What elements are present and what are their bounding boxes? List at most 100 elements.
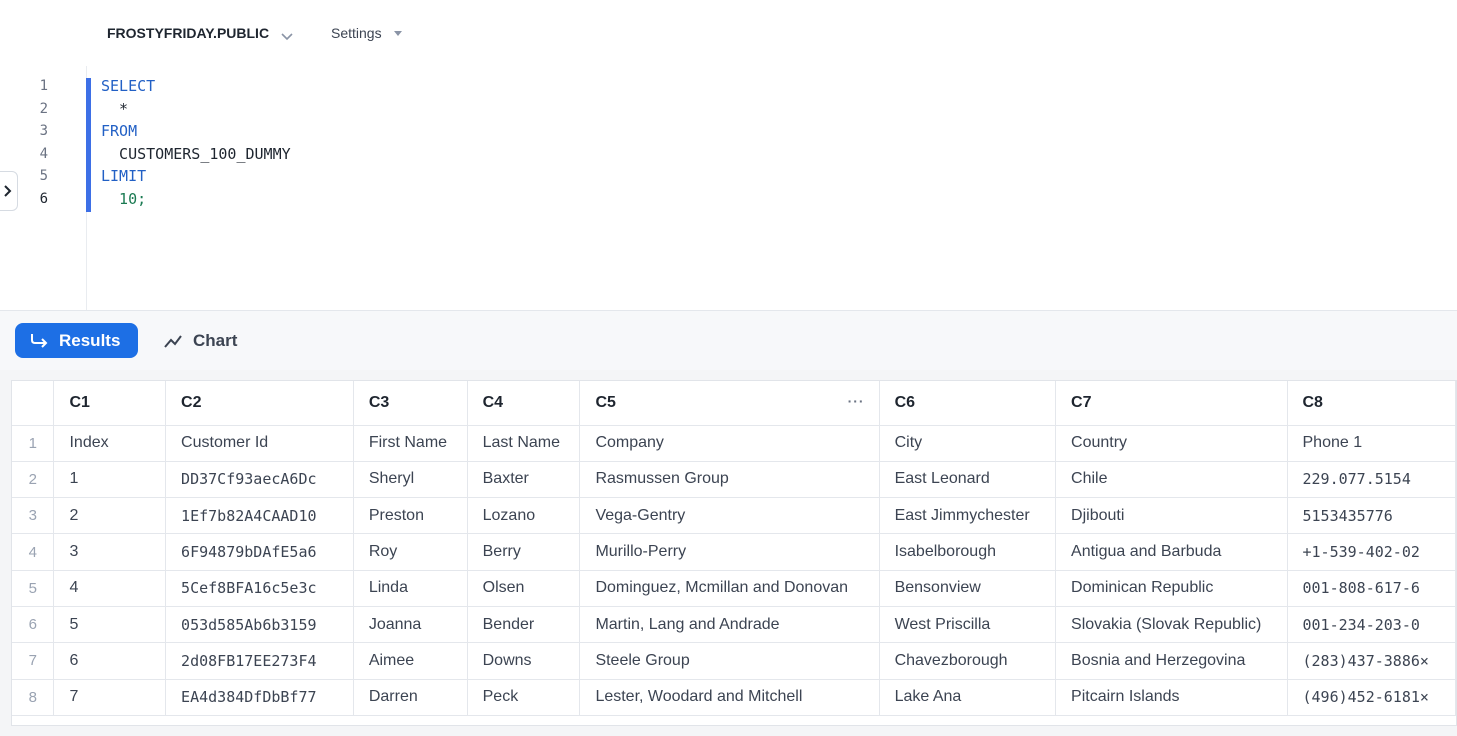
- table-cell[interactable]: 4: [53, 570, 167, 607]
- column-header[interactable]: C1: [53, 381, 167, 426]
- table-cell[interactable]: First Name: [353, 425, 468, 462]
- table-cell[interactable]: Chavezborough: [879, 642, 1057, 680]
- table-cell[interactable]: 3: [53, 533, 167, 571]
- table-cell[interactable]: Company: [579, 425, 880, 462]
- table-row[interactable]: 3 2 1Ef7b82A4CAAD10 Preston Lozano Vega-Gentr…: [12, 497, 1456, 535]
- table-row[interactable]: 6 5 053d585Ab6b3159 Joanna Bender Martin, Lan…: [12, 606, 1456, 644]
- column-header[interactable]: C6: [879, 381, 1057, 426]
- table-cell[interactable]: (496)452-6181×: [1287, 679, 1456, 716]
- table-cell[interactable]: 053d585Ab6b3159: [165, 606, 354, 644]
- chevron-down-icon: [281, 28, 293, 41]
- table-cell[interactable]: (283)437-3886×: [1287, 642, 1456, 680]
- table-cell[interactable]: Slovakia (Slovak Republic): [1055, 606, 1288, 644]
- table-cell[interactable]: Martin, Lang and Andrade: [579, 606, 880, 644]
- table-row[interactable]: 1 Index Customer Id First Name Last Name Comp…: [12, 425, 1456, 462]
- table-row[interactable]: 7 6 2d08FB17EE273F4 Aimee Downs Steele Group C…: [12, 642, 1456, 680]
- table-cell[interactable]: Lester, Woodard and Mitchell: [579, 679, 880, 716]
- more-horizontal-icon[interactable]: ···: [848, 393, 865, 409]
- table-cell[interactable]: 1: [53, 461, 167, 499]
- table-cell[interactable]: Roy: [353, 533, 468, 571]
- table-cell[interactable]: 5: [53, 606, 167, 644]
- table-cell[interactable]: Baxter: [467, 461, 581, 499]
- table-cell[interactable]: Djibouti: [1055, 497, 1288, 535]
- header-row: C1 C2 C3 C4 C5 ··· C6 C7 C8: [12, 381, 1456, 426]
- table-cell[interactable]: Olsen: [467, 570, 581, 607]
- table-cell[interactable]: 6: [53, 642, 167, 680]
- table-cell[interactable]: Preston: [353, 497, 468, 535]
- table-cell[interactable]: Bender: [467, 606, 581, 644]
- code-text: *: [101, 99, 129, 118]
- table-cell[interactable]: 2d08FB17EE273F4: [165, 642, 354, 680]
- table-cell[interactable]: Bosnia and Herzegovina: [1055, 642, 1288, 680]
- table-cell[interactable]: Index: [53, 425, 167, 462]
- column-header[interactable]: C3: [353, 381, 468, 426]
- table-cell[interactable]: EA4d384DfDbBf77: [165, 679, 354, 716]
- column-header[interactable]: C7: [1055, 381, 1288, 426]
- table-cell[interactable]: Berry: [467, 533, 581, 571]
- table-cell[interactable]: Sheryl: [353, 461, 468, 499]
- table-cell[interactable]: Chile: [1055, 461, 1288, 499]
- column-header[interactable]: C5 ···: [579, 381, 880, 426]
- table-row[interactable]: 5 4 5Cef8BFA16c5e3c Linda Olsen Dominguez, Mc…: [12, 570, 1456, 607]
- table-cell[interactable]: Phone 1: [1287, 425, 1456, 462]
- table-cell[interactable]: 2: [53, 497, 167, 535]
- table-cell[interactable]: Downs: [467, 642, 581, 680]
- table-cell[interactable]: Last Name: [467, 425, 581, 462]
- table-row[interactable]: 4 3 6F94879bDAfE5a6 Roy Berry Murillo-Perry Is…: [12, 533, 1456, 571]
- table-cell[interactable]: Pitcairn Islands: [1055, 679, 1288, 716]
- settings-dropdown[interactable]: Settings: [331, 25, 402, 41]
- table-cell[interactable]: East Jimmychester: [879, 497, 1057, 535]
- column-header[interactable]: C8: [1287, 381, 1456, 426]
- table-cell[interactable]: Lake Ana: [879, 679, 1057, 716]
- table-cell[interactable]: Aimee: [353, 642, 468, 680]
- table-cell[interactable]: Customer Id: [165, 425, 354, 462]
- column-header[interactable]: C4: [467, 381, 581, 426]
- table-cell[interactable]: Steele Group: [579, 642, 880, 680]
- row-number-header: [12, 381, 55, 426]
- table-cell[interactable]: Bensonview: [879, 570, 1057, 607]
- tab-chart[interactable]: Chart: [163, 323, 237, 358]
- table-cell[interactable]: Vega-Gentry: [579, 497, 880, 535]
- row-number: 8: [12, 679, 55, 716]
- tab-results[interactable]: Results: [15, 323, 138, 358]
- table-cell[interactable]: Peck: [467, 679, 581, 716]
- table-cell[interactable]: 6F94879bDAfE5a6: [165, 533, 354, 571]
- row-number: 3: [12, 497, 55, 535]
- table-cell[interactable]: 5Cef8BFA16c5e3c: [165, 570, 354, 607]
- results-grid[interactable]: C1 C2 C3 C4 C5 ··· C6 C7 C8 1 Index Custome…: [11, 380, 1457, 726]
- table-cell[interactable]: 001-808-617-6: [1287, 570, 1456, 607]
- table-cell[interactable]: 1Ef7b82A4CAAD10: [165, 497, 354, 535]
- caret-down-icon: [393, 30, 402, 36]
- table-cell[interactable]: Rasmussen Group: [579, 461, 880, 499]
- table-cell[interactable]: Country: [1055, 425, 1288, 462]
- table-cell[interactable]: 001-234-203-0: [1287, 606, 1456, 644]
- row-number: 7: [12, 642, 55, 680]
- table-cell[interactable]: DD37Cf93aecA6Dc: [165, 461, 354, 499]
- table-cell[interactable]: Dominguez, Mcmillan and Donovan: [579, 570, 880, 607]
- table-cell[interactable]: Isabelborough: [879, 533, 1057, 571]
- sql-editor[interactable]: 1 SELECT 2 * 3 FROM 4 CUSTOMERS_100_DUMM…: [0, 66, 1457, 310]
- trend-line-icon: [164, 334, 182, 348]
- row-number: 6: [12, 606, 55, 644]
- table-cell[interactable]: West Priscilla: [879, 606, 1057, 644]
- return-arrow-icon: [31, 333, 48, 348]
- table-cell[interactable]: Darren: [353, 679, 468, 716]
- table-cell[interactable]: Joanna: [353, 606, 468, 644]
- table-cell[interactable]: East Leonard: [879, 461, 1057, 499]
- table-cell[interactable]: Antigua and Barbuda: [1055, 533, 1288, 571]
- table-cell[interactable]: 5153435776: [1287, 497, 1456, 535]
- code-line: 6 10;: [0, 188, 600, 211]
- column-header[interactable]: C2: [165, 381, 354, 426]
- table-cell[interactable]: 229.077.5154: [1287, 461, 1456, 499]
- table-cell[interactable]: Murillo-Perry: [579, 533, 880, 571]
- sidebar-toggle[interactable]: [0, 171, 18, 211]
- table-cell[interactable]: 7: [53, 679, 167, 716]
- table-row[interactable]: 8 7 EA4d384DfDbBf77 Darren Peck Lester, Wooda…: [12, 679, 1456, 716]
- table-cell[interactable]: City: [879, 425, 1057, 462]
- table-cell[interactable]: Linda: [353, 570, 468, 607]
- context-selector[interactable]: FROSTYFRIDAY.PUBLIC: [107, 25, 293, 41]
- table-cell[interactable]: +1-539-402-02: [1287, 533, 1456, 571]
- table-cell[interactable]: Lozano: [467, 497, 581, 535]
- table-row[interactable]: 2 1 DD37Cf93aecA6Dc Sheryl Baxter Rasmussen G…: [12, 461, 1456, 499]
- table-cell[interactable]: Dominican Republic: [1055, 570, 1288, 607]
